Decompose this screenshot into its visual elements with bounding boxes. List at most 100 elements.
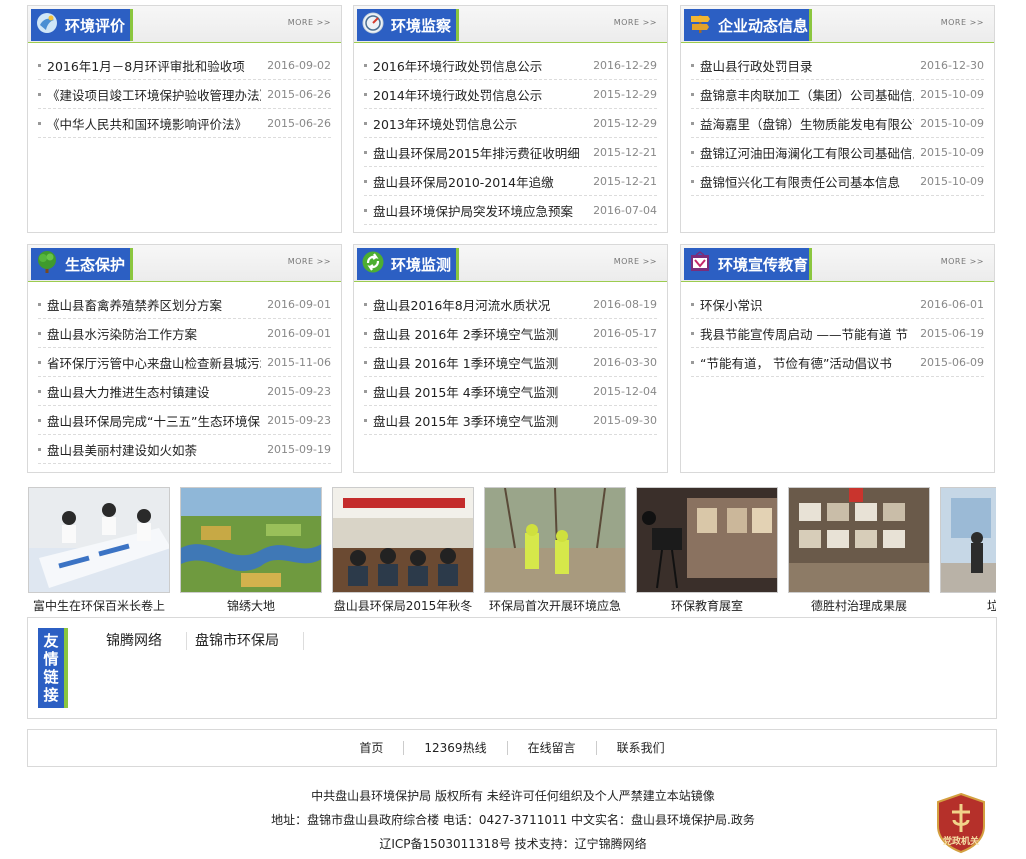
gallery-caption[interactable]: 富中生在环保百米长卷上 (28, 597, 170, 614)
news-title[interactable]: 《建设项目竣工环境保护验收管理办法》 (47, 85, 261, 104)
bullet-icon (38, 360, 41, 364)
friend-link[interactable]: 盘锦市环保局 (187, 632, 304, 650)
news-title[interactable]: 盘山县 2015年 4季环境空气监测 (373, 382, 587, 401)
news-item[interactable]: 盘山县行政处罚目录 2016-12-30 (691, 51, 984, 80)
news-title[interactable]: 盘山县畜禽养殖禁养区划分方案 (47, 295, 261, 314)
news-title[interactable]: 盘山县行政处罚目录 (700, 56, 914, 75)
nav-link[interactable]: 联系我们 (597, 741, 685, 755)
news-item[interactable]: 盘山县 2015年 3季环境空气监测 2015-09-30 (364, 406, 657, 435)
news-title[interactable]: 盘山县环保局2010-2014年追缴 (373, 172, 587, 191)
gallery-caption[interactable]: 盘山县环保局2015年秋冬 (332, 597, 474, 614)
news-item[interactable]: 盘山县大力推进生态村镇建设 2015-09-23 (38, 377, 331, 406)
news-item[interactable]: 《中华人民共和国环境影响评价法》 2015-06-26 (38, 109, 331, 138)
gallery-item[interactable]: 垃圾分类 (940, 487, 996, 614)
more-link[interactable]: MORE >> (614, 18, 657, 27)
gallery-caption[interactable]: 垃圾分类 (940, 597, 996, 614)
news-title[interactable]: 盘山县环保局2015年排污费征收明细 (373, 143, 587, 162)
gallery-item[interactable]: 德胜村治理成果展 (788, 487, 930, 614)
news-title[interactable]: 盘山县美丽村建设如火如荼 (47, 440, 261, 459)
gallery-caption[interactable]: 环保教育展室 (636, 597, 778, 614)
news-date: 2015-10-09 (920, 174, 984, 188)
gallery-photo[interactable] (332, 487, 474, 593)
news-item[interactable]: 盘山县水污染防治工作方案 2016-09-01 (38, 319, 331, 348)
gallery-photo[interactable] (940, 487, 996, 593)
more-link[interactable]: MORE >> (614, 257, 657, 266)
news-item[interactable]: 盘山县环保局完成“十三五”生态环境保 2015-09-23 (38, 406, 331, 435)
gallery-item[interactable]: 锦绣大地 (180, 487, 322, 614)
panel-header: 环境监测 MORE >> (354, 245, 667, 282)
news-title[interactable]: 2016年1月－8月环评审批和验收项 (47, 56, 261, 75)
news-title[interactable]: 盘锦意丰肉联加工（集团）公司基础信息 (700, 85, 914, 104)
friend-link[interactable]: 锦腾网络 (98, 632, 187, 650)
news-title[interactable]: 盘山县环保局完成“十三五”生态环境保 (47, 411, 261, 430)
news-date: 2015-09-23 (267, 384, 331, 398)
more-link[interactable]: MORE >> (288, 257, 331, 266)
gallery-photo[interactable] (484, 487, 626, 593)
news-item[interactable]: 盘锦恒兴化工有限责任公司基本信息 2015-10-09 (691, 167, 984, 196)
news-item[interactable]: 盘山县环境保护局突发环境应急预案 2016-07-04 (364, 196, 657, 225)
news-title[interactable]: 盘山县2016年8月河流水质状况 (373, 295, 587, 314)
panel-title-text: 环境评价 (65, 16, 126, 35)
gallery-caption[interactable]: 锦绣大地 (180, 597, 322, 614)
more-link[interactable]: MORE >> (941, 257, 984, 266)
news-date: 2015-09-30 (593, 413, 657, 427)
news-title[interactable]: 《中华人民共和国环境影响评价法》 (47, 114, 261, 133)
bullet-icon (38, 92, 41, 96)
news-item[interactable]: 2016年1月－8月环评审批和验收项 2016-09-02 (38, 51, 331, 80)
news-title[interactable]: “节能有道， 节俭有德”活动倡议书 (700, 353, 914, 372)
news-item[interactable]: 盘山县环保局2010-2014年追缴 2015-12-21 (364, 167, 657, 196)
gallery-photo[interactable] (636, 487, 778, 593)
gallery-photo[interactable] (788, 487, 930, 593)
news-item[interactable]: 盘山县环保局2015年排污费征收明细 2015-12-21 (364, 138, 657, 167)
news-title[interactable]: 我县节能宣传周启动 ——节能有道 节 (700, 324, 914, 343)
gallery-caption[interactable]: 环保局首次开展环境应急 (484, 597, 626, 614)
news-title[interactable]: 盘山县大力推进生态村镇建设 (47, 382, 261, 401)
news-item[interactable]: 盘山县 2016年 1季环境空气监测 2016-03-30 (364, 348, 657, 377)
news-item[interactable]: 2013年环境处罚信息公示 2015-12-29 (364, 109, 657, 138)
news-title[interactable]: 盘山县 2016年 2季环境空气监测 (373, 324, 587, 343)
nav-link[interactable]: 首页 (339, 741, 405, 755)
news-item[interactable]: 2014年环境行政处罚信息公示 2015-12-29 (364, 80, 657, 109)
bullet-icon (691, 92, 694, 96)
news-item[interactable]: 省环保厅污管中心来盘山检查新县城污水 2015-11-06 (38, 348, 331, 377)
news-title[interactable]: 2016年环境行政处罚信息公示 (373, 56, 587, 75)
gallery-item[interactable]: 环保局首次开展环境应急 (484, 487, 626, 614)
news-title[interactable]: 环保小常识 (700, 295, 914, 314)
more-link[interactable]: MORE >> (941, 18, 984, 27)
news-title[interactable]: 盘山县环境保护局突发环境应急预案 (373, 201, 587, 220)
news-title[interactable]: 2013年环境处罚信息公示 (373, 114, 587, 133)
news-item[interactable]: 我县节能宣传周启动 ——节能有道 节 2015-06-19 (691, 319, 984, 348)
bullet-icon (38, 302, 41, 306)
gallery-item[interactable]: 盘山县环保局2015年秋冬 (332, 487, 474, 614)
news-date: 2015-09-23 (267, 413, 331, 427)
party-government-badge-icon[interactable]: 党政机关 (934, 792, 988, 854)
news-item[interactable]: 盘山县 2016年 2季环境空气监测 2016-05-17 (364, 319, 657, 348)
news-title[interactable]: 益海嘉里（盘锦）生物质能发电有限公司 (700, 114, 914, 133)
news-title[interactable]: 盘山县 2016年 1季环境空气监测 (373, 353, 587, 372)
news-item[interactable]: 盘山县2016年8月河流水质状况 2016-08-19 (364, 290, 657, 319)
news-title[interactable]: 盘锦恒兴化工有限责任公司基本信息 (700, 172, 914, 191)
gallery-item[interactable]: 富中生在环保百米长卷上 (28, 487, 170, 614)
news-item[interactable]: 盘锦意丰肉联加工（集团）公司基础信息 2015-10-09 (691, 80, 984, 109)
nav-link[interactable]: 12369热线 (404, 741, 508, 755)
gallery-item[interactable]: 环保教育展室 (636, 487, 778, 614)
gallery-photo[interactable] (28, 487, 170, 593)
news-title[interactable]: 省环保厅污管中心来盘山检查新县城污水 (47, 353, 261, 372)
news-item[interactable]: 《建设项目竣工环境保护验收管理办法》 2015-06-26 (38, 80, 331, 109)
more-link[interactable]: MORE >> (288, 18, 331, 27)
nav-link[interactable]: 在线留言 (508, 741, 597, 755)
news-title[interactable]: 盘山县 2015年 3季环境空气监测 (373, 411, 587, 430)
news-item[interactable]: 盘山县 2015年 4季环境空气监测 2015-12-04 (364, 377, 657, 406)
news-item[interactable]: 盘山县美丽村建设如火如荼 2015-09-19 (38, 435, 331, 464)
news-item[interactable]: 益海嘉里（盘锦）生物质能发电有限公司 2015-10-09 (691, 109, 984, 138)
news-title[interactable]: 盘山县水污染防治工作方案 (47, 324, 261, 343)
news-item[interactable]: 2016年环境行政处罚信息公示 2016-12-29 (364, 51, 657, 80)
gallery-caption[interactable]: 德胜村治理成果展 (788, 597, 930, 614)
news-item[interactable]: “节能有道， 节俭有德”活动倡议书 2015-06-09 (691, 348, 984, 377)
news-item[interactable]: 盘锦辽河油田海澜化工有限公司基础信息 2015-10-09 (691, 138, 984, 167)
news-item[interactable]: 环保小常识 2016-06-01 (691, 290, 984, 319)
news-title[interactable]: 盘锦辽河油田海澜化工有限公司基础信息 (700, 143, 914, 162)
gallery-photo[interactable] (180, 487, 322, 593)
news-item[interactable]: 盘山县畜禽养殖禁养区划分方案 2016-09-01 (38, 290, 331, 319)
news-title[interactable]: 2014年环境行政处罚信息公示 (373, 85, 587, 104)
